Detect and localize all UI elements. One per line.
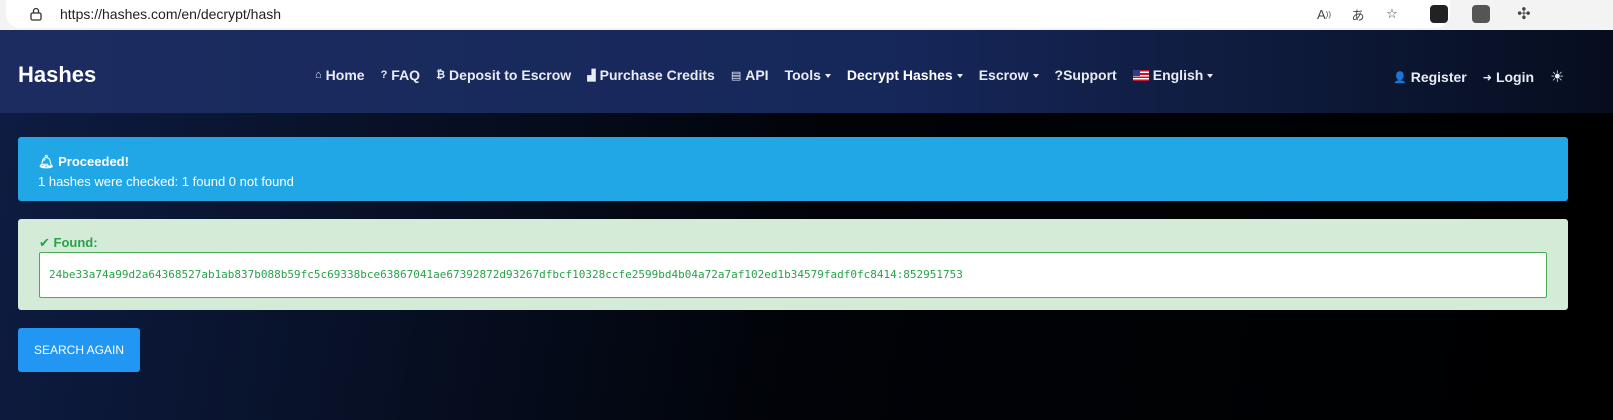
nav-deposit-label: Deposit to Escrow — [449, 67, 572, 83]
info-alert-title: Proceeded! — [58, 154, 129, 169]
nav-escrow[interactable]: Escrow — [979, 67, 1039, 83]
success-alert-title-row: ✔ Found: — [39, 235, 98, 251]
question-icon: ? — [380, 69, 388, 81]
success-alert-title: Found: — [53, 235, 98, 250]
nav-login[interactable]: ➜ Login — [1483, 69, 1534, 85]
bitcoin-icon: ₿ — [436, 69, 446, 81]
server-icon: ▤ — [730, 69, 742, 82]
found-hash-result[interactable]: 24be33a74a99d2a64368527ab1ab837b088b59fc… — [39, 252, 1547, 298]
nav-support-label: ?Support — [1054, 67, 1117, 83]
us-flag-icon — [1132, 69, 1149, 81]
info-alert-title-row: 🔔︎ Proceeded! — [38, 154, 129, 170]
success-alert: ✔ Found: 24be33a74a99d2a64368527ab1ab837… — [18, 219, 1568, 310]
lock-icon[interactable] — [30, 7, 42, 21]
nav-purchase-credits[interactable]: ▟ Purchase Credits — [587, 67, 715, 83]
user-plus-icon: 👤 — [1393, 71, 1407, 84]
nav-support[interactable]: ?Support — [1055, 67, 1117, 83]
url-text[interactable]: https://hashes.com/en/decrypt/hash — [60, 6, 281, 22]
extension-icon-2[interactable] — [1472, 5, 1490, 23]
nav-register[interactable]: 👤 Register — [1393, 69, 1467, 85]
favorite-add-icon[interactable]: ☆ — [1382, 4, 1402, 24]
chevron-down-icon — [824, 74, 831, 78]
translate-icon[interactable]: あ — [1348, 4, 1368, 24]
extensions-puzzle-icon[interactable]: ✣ — [1514, 4, 1534, 24]
main-content: 🔔︎ Proceeded! 1 hashes were checked: 1 f… — [0, 113, 1613, 420]
nav-api[interactable]: ▤ API — [731, 67, 769, 83]
bell-icon: 🔔︎ — [38, 154, 55, 169]
info-alert: 🔔︎ Proceeded! 1 hashes were checked: 1 f… — [18, 137, 1568, 201]
nav-faq[interactable]: ? FAQ — [381, 67, 421, 83]
nav-language-label: English — [1152, 67, 1204, 83]
account-nav: 👤 Register ➜ Login ☀ — [1393, 67, 1564, 87]
nav-escrow-label: Escrow — [978, 67, 1029, 83]
chevron-down-icon — [1032, 74, 1039, 78]
nav-login-label: Login — [1495, 69, 1535, 85]
info-alert-message: 1 hashes were checked: 1 found 0 not fou… — [38, 174, 294, 189]
address-bar[interactable]: https://hashes.com/en/decrypt/hash A)) あ… — [6, 0, 1450, 28]
nav-faq-label: FAQ — [391, 67, 421, 83]
site-brand[interactable]: Hashes — [18, 62, 96, 88]
theme-toggle-sun-icon[interactable]: ☀ — [1550, 67, 1564, 87]
nav-deposit-escrow[interactable]: ₿ Deposit to Escrow — [436, 67, 571, 83]
main-nav: ⌂ Home ? FAQ ₿ Deposit to Escrow ▟ Purchase … — [315, 67, 1214, 83]
check-icon: ✔ — [39, 235, 50, 250]
extension-icon-1[interactable] — [1430, 5, 1448, 23]
nav-language[interactable]: English — [1132, 67, 1214, 83]
search-again-button[interactable]: SEARCH AGAIN — [18, 328, 140, 372]
nav-register-label: Register — [1410, 69, 1467, 85]
nav-home-label: Home — [325, 67, 365, 83]
home-icon: ⌂ — [315, 69, 322, 81]
cart-icon: ▟ — [587, 69, 596, 82]
browser-toolbar: https://hashes.com/en/decrypt/hash A)) あ… — [0, 0, 1613, 30]
nav-api-label: API — [745, 67, 769, 83]
nav-decrypt-hashes[interactable]: Decrypt Hashes — [847, 67, 963, 83]
chevron-down-icon — [956, 74, 963, 78]
nav-purchase-label: Purchase Credits — [599, 67, 715, 83]
nav-tools-label: Tools — [784, 67, 821, 83]
read-aloud-icon[interactable]: A)) — [1314, 4, 1334, 24]
chevron-down-icon — [1207, 74, 1214, 78]
sign-in-icon: ➜ — [1482, 71, 1492, 84]
nav-decrypt-label: Decrypt Hashes — [846, 67, 953, 83]
nav-home[interactable]: ⌂ Home — [315, 67, 365, 83]
nav-tools[interactable]: Tools — [785, 67, 831, 83]
site-navbar: Hashes ⌂ Home ? FAQ ₿ Deposit to Escrow ▟ Pu… — [0, 30, 1613, 113]
